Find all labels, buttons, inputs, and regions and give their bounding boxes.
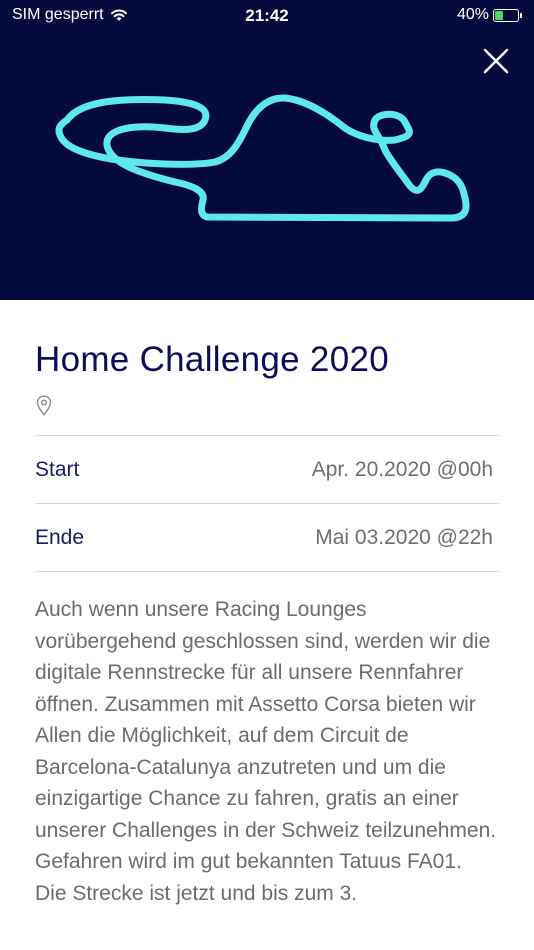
close-icon[interactable]	[479, 44, 513, 78]
page-title: Home Challenge 2020	[35, 340, 389, 379]
detail-row-end: Ende Mai 03.2020 @22h	[35, 504, 499, 571]
divider	[35, 571, 499, 572]
status-bar: SIM gesperrt 21:42 40% ⚡	[0, 0, 534, 32]
start-value: Apr. 20.2020 @00h	[311, 457, 493, 481]
end-value: Mai 03.2020 @22h	[315, 525, 493, 549]
end-label: Ende	[35, 525, 85, 549]
charging-bolt-icon: ⚡	[501, 8, 509, 21]
status-right: 40% ⚡	[457, 6, 522, 24]
location-pin-icon[interactable]	[35, 394, 499, 418]
event-content: Home Challenge 2020 Start Apr. 20.2020 @…	[35, 300, 499, 909]
hero-banner: SIM gesperrt 21:42 40% ⚡	[0, 0, 534, 300]
battery-percent: 40%	[456, 6, 489, 23]
event-description: Auch wenn unsere Racing Lounges vorüberg…	[35, 598, 497, 905]
battery-icon: ⚡	[493, 8, 519, 22]
detail-row-start: Start Apr. 20.2020 @00h	[35, 436, 499, 503]
start-label: Start	[35, 457, 80, 481]
status-time: 21:42	[245, 6, 289, 25]
battery-cap	[520, 12, 522, 18]
circuit-track-map	[55, 94, 470, 222]
